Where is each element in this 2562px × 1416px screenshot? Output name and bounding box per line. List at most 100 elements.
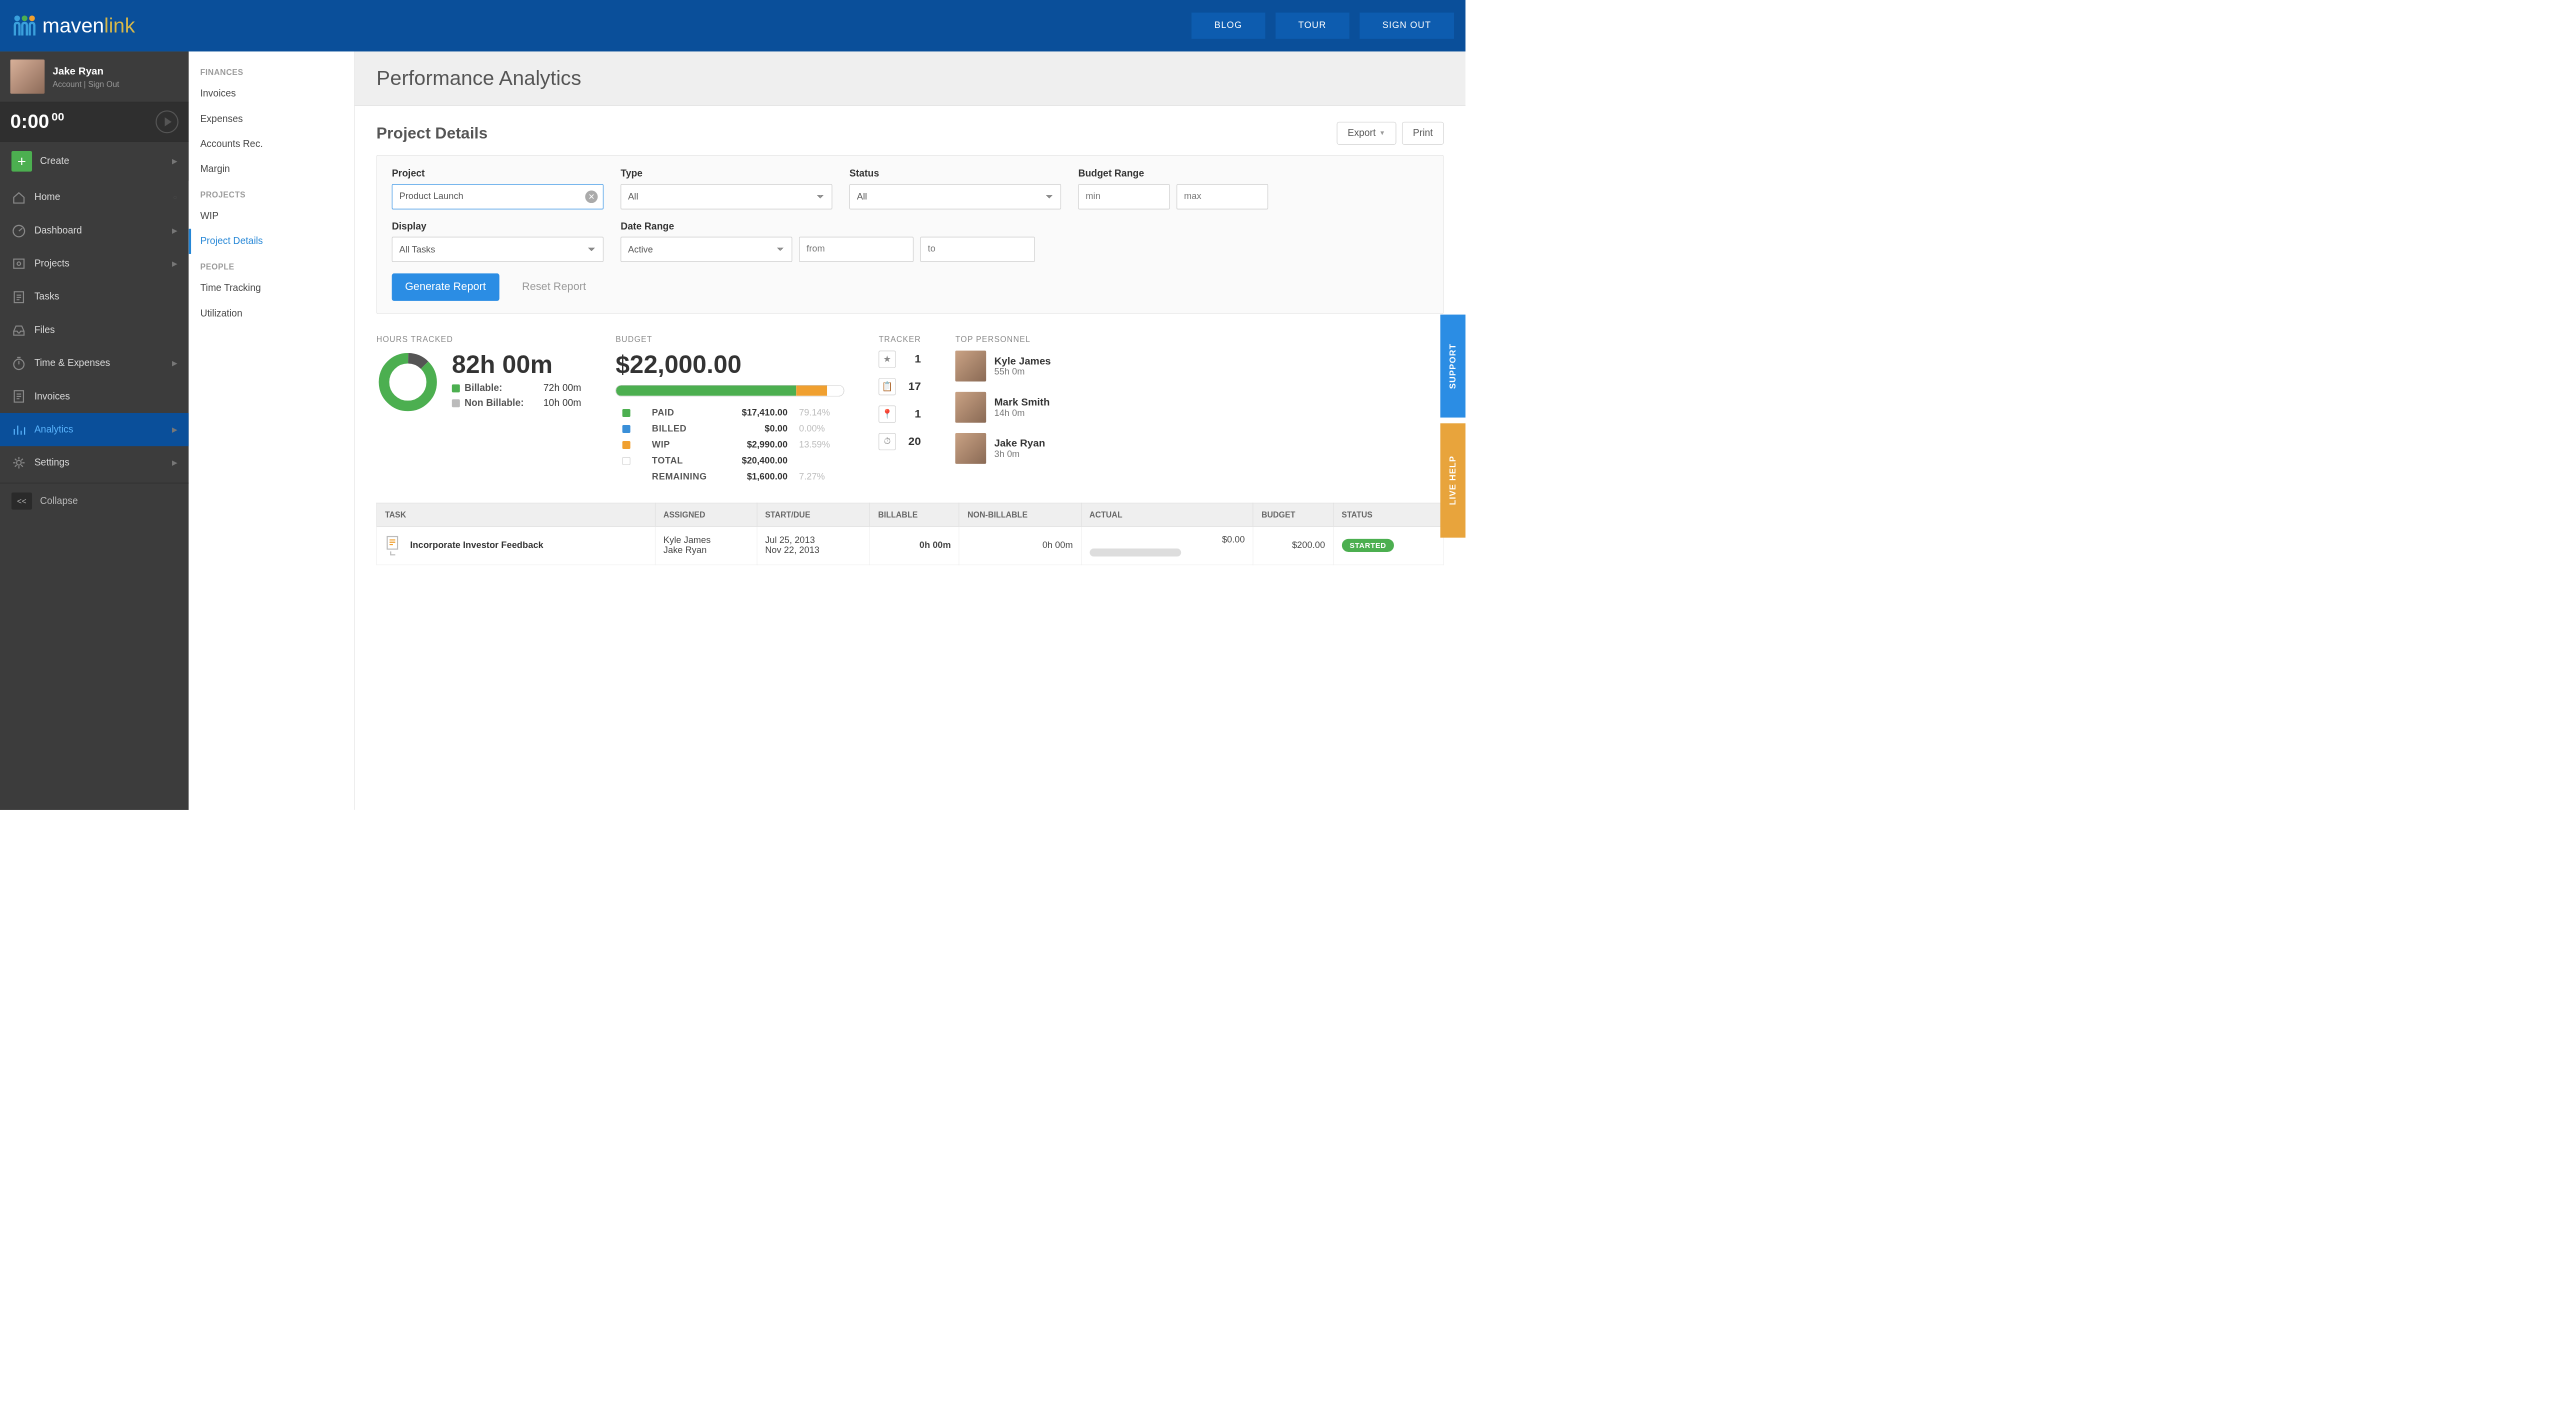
status-select[interactable]: All: [849, 184, 1061, 209]
box-icon: [11, 256, 26, 271]
nav-tasks[interactable]: Tasks: [0, 280, 189, 313]
actual-progress: [1089, 549, 1181, 557]
stopwatch-icon: [11, 356, 26, 371]
avatar: [955, 392, 986, 423]
caret-down-icon: ▼: [1379, 130, 1385, 137]
brand-logo[interactable]: mavenlink: [11, 13, 135, 39]
column-header[interactable]: START/DUE: [757, 503, 870, 526]
blog-button[interactable]: BLOG: [1192, 13, 1265, 39]
main-sidebar: Jake Ryan Account | Sign Out 0:0000 +Cre…: [0, 51, 189, 809]
print-button[interactable]: Print: [1402, 122, 1444, 145]
column-header[interactable]: ACTUAL: [1081, 503, 1253, 526]
nav-settings[interactable]: Settings▶: [0, 446, 189, 479]
document-icon: [11, 389, 26, 404]
page-header: Performance Analytics: [355, 51, 1466, 105]
task-billable: 0h 00m: [870, 527, 959, 565]
date-range-label: Date Range: [621, 221, 1035, 232]
person-row: Kyle James55h 0m: [955, 351, 1051, 382]
column-header[interactable]: BUDGET: [1253, 503, 1333, 526]
brand-a: maven: [42, 14, 104, 37]
date-from-input[interactable]: [799, 237, 913, 262]
nav-dashboard[interactable]: Dashboard▶: [0, 214, 189, 247]
project-input[interactable]: [392, 184, 604, 209]
hours-tracked-block: HOURS TRACKED 82h 00m Billable:72h 00m N…: [376, 335, 581, 486]
type-select[interactable]: All: [621, 184, 833, 209]
column-header[interactable]: TASK: [377, 503, 655, 526]
tracker-icon: ★: [879, 351, 896, 368]
date-range-select[interactable]: Active: [621, 237, 793, 262]
live-help-tab[interactable]: LIVE HELP: [1440, 423, 1465, 537]
budget-breakdown-table: PAID$17,410.0079.14%BILLED$0.000.00%WIP$…: [616, 404, 845, 485]
nav-home[interactable]: Home○: [0, 181, 189, 214]
column-header[interactable]: ASSIGNED: [655, 503, 757, 526]
column-header[interactable]: NON-BILLABLE: [959, 503, 1081, 526]
tracker-icon: 📋: [879, 378, 896, 395]
subnav-project-details[interactable]: Project Details: [189, 229, 354, 254]
top-bar: mavenlink BLOG TOUR SIGN OUT: [0, 0, 1465, 51]
nav-create[interactable]: +Create▶: [0, 142, 189, 181]
task-budget: $200.00: [1253, 527, 1333, 565]
clear-icon[interactable]: ✕: [585, 190, 598, 203]
project-label: Project: [392, 168, 604, 179]
status-label: Status: [849, 168, 1061, 179]
plus-icon: +: [11, 151, 32, 172]
avatar: [955, 433, 986, 464]
nav-invoices[interactable]: Invoices: [0, 380, 189, 413]
subnav-margin[interactable]: Margin: [189, 157, 354, 182]
nav-time-expenses[interactable]: Time & Expenses▶: [0, 347, 189, 380]
subnav-time-tracking[interactable]: Time Tracking: [189, 276, 354, 301]
type-label: Type: [621, 168, 833, 179]
column-header[interactable]: BILLABLE: [870, 503, 959, 526]
budget-max-input[interactable]: [1177, 184, 1269, 209]
task-nonbillable: 0h 00m: [959, 527, 1081, 565]
subnav-accounts-rec[interactable]: Accounts Rec.: [189, 132, 354, 157]
column-header[interactable]: STATUS: [1333, 503, 1443, 526]
chevron-right-icon: ▶: [172, 359, 177, 367]
subnav-invoices[interactable]: Invoices: [189, 81, 354, 106]
task-table: TASKASSIGNEDSTART/DUEBILLABLENON-BILLABL…: [376, 503, 1443, 565]
tracker-block: TRACKER ★1📋17📍1⏱20: [879, 335, 921, 486]
task-actual: $0.00: [1222, 535, 1245, 545]
signout-button[interactable]: SIGN OUT: [1359, 13, 1454, 39]
tracker-row: 📍1: [879, 406, 921, 423]
generate-report-button[interactable]: Generate Report: [392, 273, 499, 300]
user-avatar[interactable]: [10, 59, 44, 93]
subnav-wip[interactable]: WIP: [189, 204, 354, 229]
home-icon: [11, 190, 26, 205]
subnav-expenses[interactable]: Expenses: [189, 106, 354, 131]
budget-progress-bar: [616, 385, 845, 396]
nonbillable-swatch: [452, 399, 460, 407]
nav-files[interactable]: Files: [0, 313, 189, 346]
reset-report-button[interactable]: Reset Report: [512, 276, 597, 299]
nav-analytics[interactable]: Analytics▶: [0, 413, 189, 446]
timer-widget: 0:0000: [0, 102, 189, 141]
task-name: Incorporate Investor Feedback: [410, 541, 543, 551]
logo-icon: [11, 13, 37, 39]
subnav-utilization[interactable]: Utilization: [189, 301, 354, 326]
chevron-right-icon: ▶: [172, 157, 177, 165]
tracker-row: 📋17: [879, 378, 921, 395]
user-name: Jake Ryan: [53, 65, 120, 77]
budget-min-input[interactable]: [1078, 184, 1170, 209]
collapse-button[interactable]: <<Collapse: [0, 483, 189, 519]
nav-projects[interactable]: Projects▶: [0, 247, 189, 280]
page-title: Performance Analytics: [376, 66, 1443, 90]
clipboard-icon: [11, 289, 26, 304]
page: Performance Analytics Project Details Ex…: [355, 51, 1466, 809]
export-button[interactable]: Export ▼: [1337, 122, 1397, 145]
date-to-input[interactable]: [920, 237, 1034, 262]
support-tab[interactable]: SUPPORT: [1440, 315, 1465, 418]
filter-panel: Project ✕ Type All Status All: [376, 155, 1443, 314]
user-sub-links[interactable]: Account | Sign Out: [53, 79, 120, 88]
tour-button[interactable]: TOUR: [1275, 13, 1349, 39]
budget-block: BUDGET $22,000.00 PAID$17,410.0079.14%BI…: [616, 335, 845, 486]
tracker-icon: 📍: [879, 406, 896, 423]
sub-sidebar: FINANCES Invoices Expenses Accounts Rec.…: [189, 51, 355, 809]
avatar: [955, 351, 986, 382]
display-select[interactable]: All Tasks: [392, 237, 604, 262]
tray-icon: [11, 323, 26, 338]
collapse-icon: <<: [11, 492, 32, 509]
play-icon[interactable]: [156, 110, 179, 133]
section-projects: PROJECTS: [189, 182, 354, 204]
user-block: Jake Ryan Account | Sign Out: [0, 51, 189, 102]
